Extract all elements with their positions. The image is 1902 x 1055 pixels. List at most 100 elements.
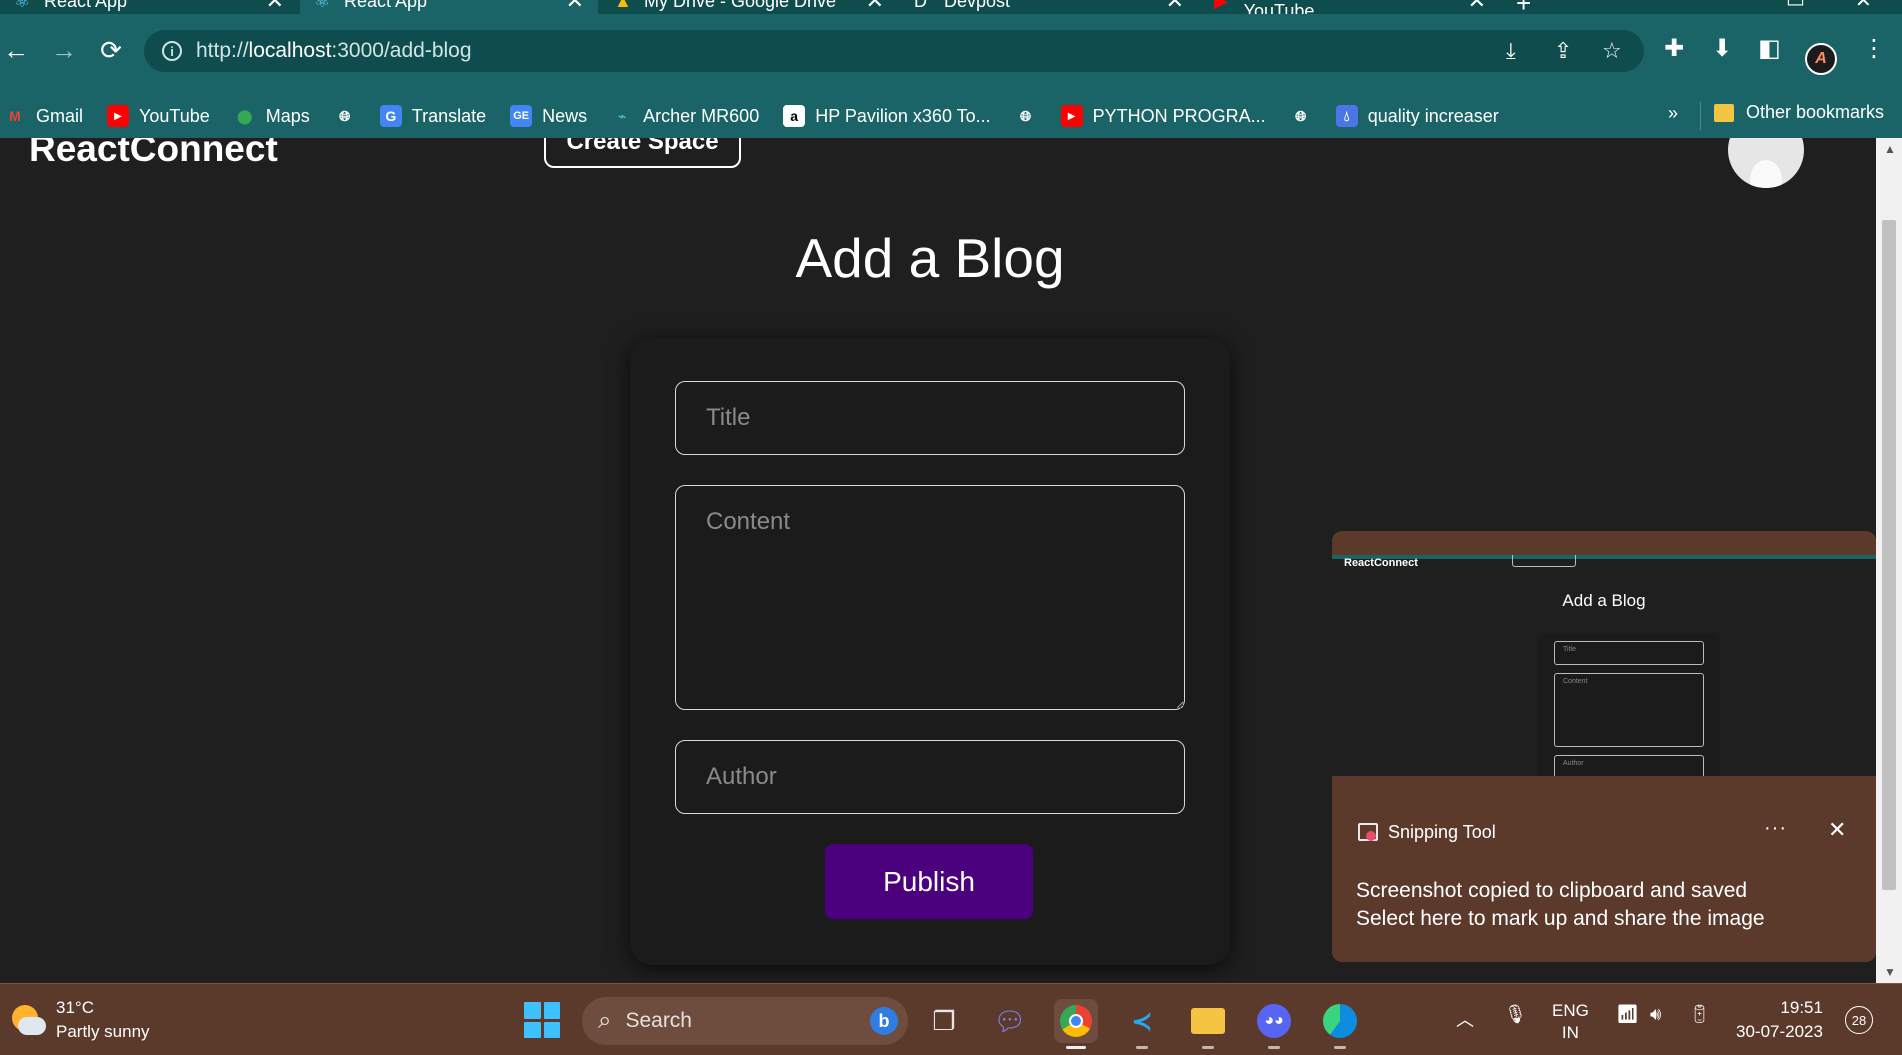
youtube-icon: ▶ [107,105,130,127]
preview-title: Add a Blog [1562,591,1646,610]
youtube-icon: ▶ [1214,0,1228,11]
site-info-icon[interactable]: i [162,41,182,61]
tab-devpost[interactable]: D Devpost ✕ [900,0,1198,14]
bookmark-label: Maps [265,105,310,126]
bookmark-maps[interactable]: ⬤ Maps [234,105,310,127]
bookmark-translate[interactable]: G Translate [379,105,486,127]
preview-title-field: Title [1554,641,1704,665]
bookmark-youtube[interactable]: ▶ YouTube [107,105,210,127]
vscode-icon[interactable]: ≺ [1120,999,1164,1049]
bookmark-gmail[interactable]: M Gmail [4,105,83,127]
bookmark-label: YouTube [139,105,210,126]
discord-icon[interactable]: ◕◕ [1252,999,1296,1049]
back-arrow-icon[interactable]: ← [2,35,30,65]
side-panel-icon[interactable]: ◧ [1758,34,1781,63]
more-options-icon[interactable]: ··· [1764,817,1787,840]
wifi-icon[interactable]: 📶︎ [1616,1004,1639,1025]
downloads-icon[interactable]: ⬇ [1712,34,1732,63]
page-scrollbar[interactable]: ▲ ▼ [1876,138,1902,983]
preview-content-field: Content [1554,673,1704,747]
system-clock[interactable]: 19:51 30-07-2023 [1736,996,1823,1044]
content-textarea[interactable] [675,485,1185,710]
globe-icon: 🌐︎ [1295,107,1307,124]
close-tab-icon[interactable]: ✕ [866,0,884,14]
site-brand[interactable]: ReactConnect [29,138,278,170]
restore-window-icon[interactable]: ▭ [1786,0,1805,13]
show-hidden-icons-chevron-up-icon[interactable]: ︿ [1456,1006,1474,1032]
tab-youtube-channel[interactable]: ▶ Channel content - YouTube ✕ [1200,0,1500,14]
bookmark-quality-increaser[interactable]: 💧︎ quality increaser [1335,105,1499,127]
bookmark-globe-2[interactable]: 🌐︎ [1015,105,1037,127]
react-icon: ⚛ [314,0,331,11]
reload-icon[interactable]: ⟳ [97,35,125,65]
publish-button[interactable]: Publish [825,844,1033,919]
screenshot-preview[interactable]: ReactConnect Add a Blog Title Content Au… [1332,531,1876,776]
react-icon: ⚛ [14,0,31,11]
tab-strip: ⚛ React App ✕ ⚛ React App ✕ ▲ My Drive -… [0,0,1902,14]
bookmark-python[interactable]: ▶ PYTHON PROGRA... [1060,105,1266,127]
bing-icon[interactable]: b [870,1007,898,1035]
install-app-icon[interactable]: ⤓ [1506,38,1516,64]
clock-date: 30-07-2023 [1736,1022,1823,1041]
share-icon[interactable]: ⇪ [1554,38,1572,64]
close-tab-icon[interactable]: ✕ [566,0,584,14]
preview-form-card: Title Content Author [1538,633,1720,776]
bookmark-hp-pavilion[interactable]: a HP Pavilion x360 To... [783,105,991,127]
task-view-icon[interactable]: ❐ [922,999,966,1043]
bookmark-star-icon[interactable]: ☆ [1602,38,1622,64]
bookmark-globe-3[interactable]: 🌐︎ [1290,105,1312,127]
file-explorer-icon[interactable] [1186,999,1230,1049]
bookmarks-bar: M Gmail ▶ YouTube ⬤ Maps 🌐︎ G Translate … [0,94,1902,138]
url-scheme: http:// [196,39,249,62]
tab-title: Devpost [944,0,1011,11]
close-tab-icon[interactable]: ✕ [1468,0,1486,14]
taskbar-search[interactable]: ⌕ Search b [582,997,908,1045]
browser-toolbar: ← → ⟳ i http://localhost:3000/add-blog ⤓… [0,14,1902,102]
address-bar[interactable]: i http://localhost:3000/add-blog ⤓ ⇪ ☆ [144,30,1644,72]
author-input[interactable] [675,740,1185,814]
tab-react-app-2[interactable]: ⚛ React App ✕ [300,0,598,14]
edge-icon[interactable] [1318,999,1362,1049]
windows-start-icon[interactable] [524,1002,560,1038]
notification-center-badge[interactable]: 28 [1845,1006,1873,1034]
user-avatar[interactable] [1728,138,1804,188]
menu-kebab-icon[interactable]: ⋮ [1862,34,1886,63]
new-tab-icon[interactable]: + [1516,0,1531,14]
folder-icon [1714,103,1734,122]
battery-icon[interactable]: 🔋︎ [1688,1004,1711,1025]
other-bookmarks-folder[interactable]: Other bookmarks [1714,102,1884,123]
volume-icon[interactable]: 🔊︎ [1650,1004,1661,1025]
forward-arrow-icon[interactable]: → [50,35,78,65]
blog-form-card: Publish [630,338,1230,965]
bookmark-globe-1[interactable]: 🌐︎ [334,105,356,127]
snipping-tool-notification[interactable]: ReactConnect Add a Blog Title Content Au… [1332,531,1876,962]
close-tab-icon[interactable]: ✕ [1166,0,1184,14]
scrollbar-thumb[interactable] [1882,220,1896,890]
title-input[interactable] [675,381,1185,455]
bookmark-news[interactable]: GE News [510,105,587,127]
close-window-icon[interactable]: ✕ [1855,0,1872,13]
teams-chat-icon[interactable]: 💬︎ [988,999,1032,1043]
input-language[interactable]: ENG IN [1552,1000,1589,1044]
chrome-icon[interactable] [1054,999,1098,1049]
microphone-icon[interactable]: 🎙︎ [1504,1004,1527,1025]
bookmarks-overflow-button[interactable]: » [1668,103,1678,124]
windows-taskbar: 31°C Partly sunny ⌕ Search b ❐ 💬︎ ≺ ◕◕ ︿… [0,983,1902,1055]
create-space-button[interactable]: Create Space [544,138,741,168]
close-icon[interactable]: ✕ [1828,817,1846,843]
scroll-down-arrow-icon[interactable]: ▼ [1884,965,1896,979]
language-code: ENG [1552,1001,1589,1020]
snipping-tool-icon [1356,821,1378,843]
extensions-puzzle-icon[interactable]: ✚ [1664,34,1684,63]
search-icon: ⌕ [598,1007,612,1034]
tab-google-drive[interactable]: ▲ My Drive - Google Drive ✕ [600,0,898,14]
news-icon: GE [510,105,533,127]
tab-title: React App [44,0,128,11]
bookmark-label: Gmail [36,105,84,126]
scroll-up-arrow-icon[interactable]: ▲ [1884,142,1896,156]
bookmark-archer[interactable]: ⌁ Archer MR600 [611,105,759,127]
profile-avatar[interactable]: A [1805,43,1837,75]
close-tab-icon[interactable]: ✕ [266,0,284,14]
tab-react-app-1[interactable]: ⚛ React App ✕ [0,0,298,14]
weather-widget[interactable]: 31°C Partly sunny [8,996,150,1044]
